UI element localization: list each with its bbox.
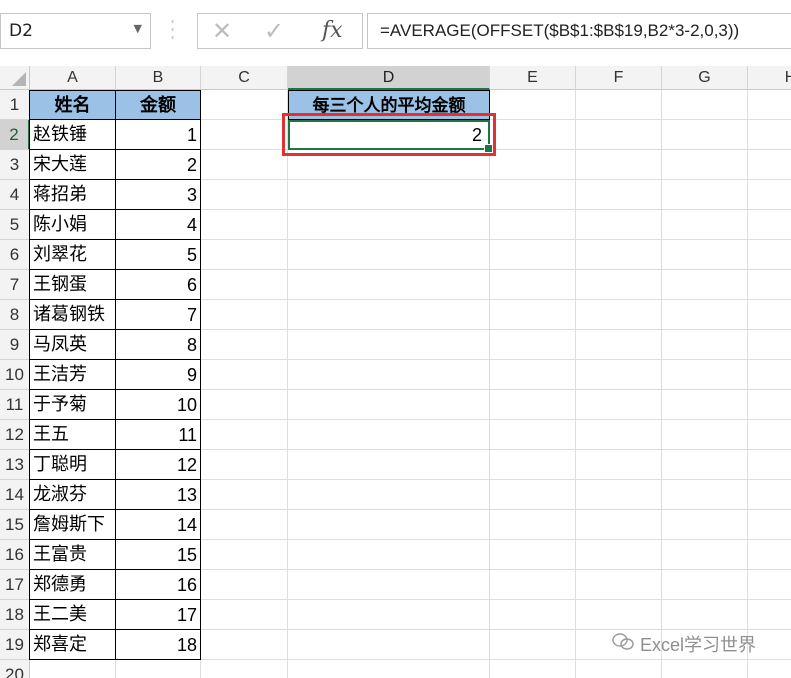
amount-cell[interactable]: 14 [115, 510, 201, 540]
wechat-icon-svg [612, 633, 634, 650]
cancel-icon[interactable]: ✕ [212, 17, 232, 45]
formula-buttons: ✕ ✓ fx [197, 13, 363, 49]
insert-function-icon[interactable]: fx [322, 18, 343, 43]
amount-cell[interactable]: 3 [115, 180, 201, 210]
formula-bar-area: D2 ▼ · · · ✕ ✓ fx =AVERAGE(OFFSET($B$1:$B$… [0, 0, 791, 66]
name-cell[interactable]: 郑喜定 [29, 630, 116, 660]
row-header-20[interactable]: 20 [0, 660, 30, 678]
row-header-9[interactable]: 9 [0, 330, 30, 360]
name-cell[interactable]: 王钢蛋 [29, 270, 116, 300]
row-header-18[interactable]: 18 [0, 600, 30, 630]
row-header-14[interactable]: 14 [0, 480, 30, 510]
amount-cell[interactable]: 13 [115, 480, 201, 510]
watermark-text: Excel学习世界 [640, 635, 757, 655]
amount-cell[interactable]: 18 [115, 630, 201, 660]
name-cell[interactable]: 于予菊 [29, 390, 116, 420]
name-box-value: D2 [9, 21, 33, 41]
row-header-4[interactable]: 4 [0, 180, 30, 210]
amount-cell[interactable]: 2 [115, 150, 201, 180]
name-cell[interactable]: 丁聪明 [29, 450, 116, 480]
name-cell[interactable]: 王富贵 [29, 540, 116, 570]
name-cell[interactable]: 王洁芳 [29, 360, 116, 390]
amount-cell[interactable]: 9 [115, 360, 201, 390]
amount-cell[interactable]: 12 [115, 450, 201, 480]
select-all-triangle-icon [12, 72, 26, 86]
table-header-cell[interactable]: 金额 [115, 90, 201, 120]
row-header-10[interactable]: 10 [0, 360, 30, 390]
name-cell[interactable]: 王二美 [29, 600, 116, 630]
name-cell[interactable]: 蒋招弟 [29, 180, 116, 210]
amount-cell[interactable]: 10 [115, 390, 201, 420]
amount-cell[interactable]: 1 [115, 120, 201, 150]
amount-cell[interactable]: 4 [115, 210, 201, 240]
amount-cell[interactable]: 7 [115, 300, 201, 330]
amount-cell[interactable]: 17 [115, 600, 201, 630]
formula-input[interactable]: =AVERAGE(OFFSET($B$1:$B$19,B2*3-2,0,3)) [367, 13, 791, 49]
name-cell[interactable]: 陈小娟 [29, 210, 116, 240]
row-header-15[interactable]: 15 [0, 510, 30, 540]
amount-cell[interactable]: 6 [115, 270, 201, 300]
column-header-a[interactable]: A [30, 66, 116, 90]
column-header-e[interactable]: E [490, 66, 576, 90]
row-header-5[interactable]: 5 [0, 210, 30, 240]
name-cell[interactable]: 宋大莲 [29, 150, 116, 180]
column-header-g[interactable]: G [662, 66, 748, 90]
row-header-2[interactable]: 2 [0, 120, 30, 150]
row-header-6[interactable]: 6 [0, 240, 30, 270]
column-header-b[interactable]: B [116, 66, 201, 90]
table-header-cell[interactable]: 姓名 [29, 90, 116, 120]
column-header-c[interactable]: C [201, 66, 288, 90]
row-header-19[interactable]: 19 [0, 630, 30, 660]
amount-cell[interactable]: 11 [115, 420, 201, 450]
name-cell[interactable]: 刘翠花 [29, 240, 116, 270]
row-header-3[interactable]: 3 [0, 150, 30, 180]
column-header-f[interactable]: F [576, 66, 662, 90]
enter-icon[interactable]: ✓ [264, 17, 284, 45]
amount-cell[interactable]: 8 [115, 330, 201, 360]
highlight-box [282, 113, 496, 156]
name-cell[interactable]: 诸葛钢铁 [29, 300, 116, 330]
name-cell[interactable]: 王五 [29, 420, 116, 450]
select-all-corner[interactable] [0, 66, 30, 90]
row-header-17[interactable]: 17 [0, 570, 30, 600]
formula-text: =AVERAGE(OFFSET($B$1:$B$19,B2*3-2,0,3)) [380, 21, 740, 40]
row-header-11[interactable]: 11 [0, 390, 30, 420]
name-cell[interactable]: 马凤英 [29, 330, 116, 360]
name-box[interactable]: D2 ▼ [0, 13, 151, 49]
worksheet-grid[interactable]: A B C D E F G H 1 2 3 4 5 6 7 8 9 10 11 12 13 14 15 16 17 18 19 20 姓… [0, 66, 791, 678]
watermark: Excel学习世界 [612, 631, 756, 657]
amount-cell[interactable]: 16 [115, 570, 201, 600]
column-header-d[interactable]: D [288, 66, 490, 90]
name-cell[interactable]: 赵铁锤 [29, 120, 116, 150]
chevron-down-icon[interactable]: ▼ [134, 22, 142, 35]
drag-handle-icon[interactable]: · · · [170, 14, 175, 46]
row-header-7[interactable]: 7 [0, 270, 30, 300]
name-cell[interactable]: 詹姆斯下 [29, 510, 116, 540]
amount-cell[interactable]: 15 [115, 540, 201, 570]
name-cell[interactable]: 郑德勇 [29, 570, 116, 600]
column-header-h[interactable]: H [748, 66, 791, 90]
wechat-icon [612, 633, 634, 656]
row-header-1[interactable]: 1 [0, 90, 30, 120]
row-header-12[interactable]: 12 [0, 420, 30, 450]
row-header-13[interactable]: 13 [0, 450, 30, 480]
amount-cell[interactable]: 5 [115, 240, 201, 270]
name-cell[interactable]: 龙淑芬 [29, 480, 116, 510]
row-header-8[interactable]: 8 [0, 300, 30, 330]
row-header-16[interactable]: 16 [0, 540, 30, 570]
